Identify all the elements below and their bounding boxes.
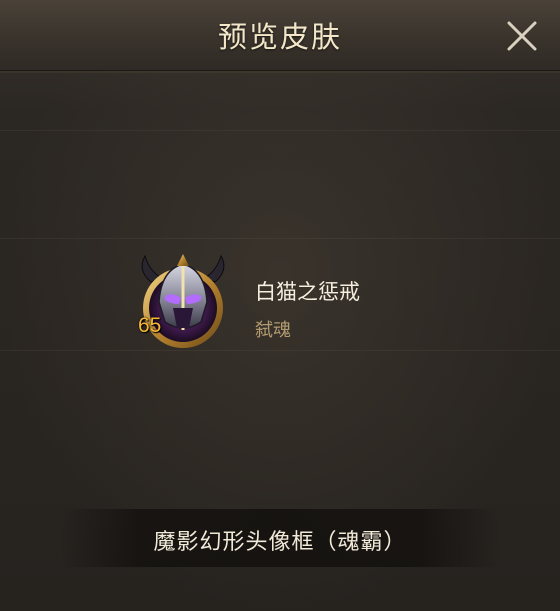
- skin-hero-name: 弑魂: [255, 320, 291, 341]
- skin-item[interactable]: 65 白猫之惩戒 弑魂: [133, 252, 453, 348]
- skin-name: 白猫之惩戒: [255, 280, 360, 304]
- dialog-title: 预览皮肤: [217, 20, 342, 54]
- avatar-frame-label: 魔影幻形头像框（魂霸）: [153, 530, 407, 555]
- close-icon[interactable]: [504, 18, 540, 54]
- background-divider: [0, 130, 560, 131]
- footer-banner: 魔影幻形头像框（魂霸）: [60, 509, 500, 567]
- dialog-header: 预览皮肤: [0, 0, 560, 71]
- preview-skin-dialog: 预览皮肤 65 白猫之惩戒 弑魂 魔影幻形头像框（魂霸）: [0, 0, 560, 611]
- background-divider: [0, 350, 560, 351]
- level-badge: 65: [138, 314, 162, 337]
- background-divider: [0, 238, 560, 239]
